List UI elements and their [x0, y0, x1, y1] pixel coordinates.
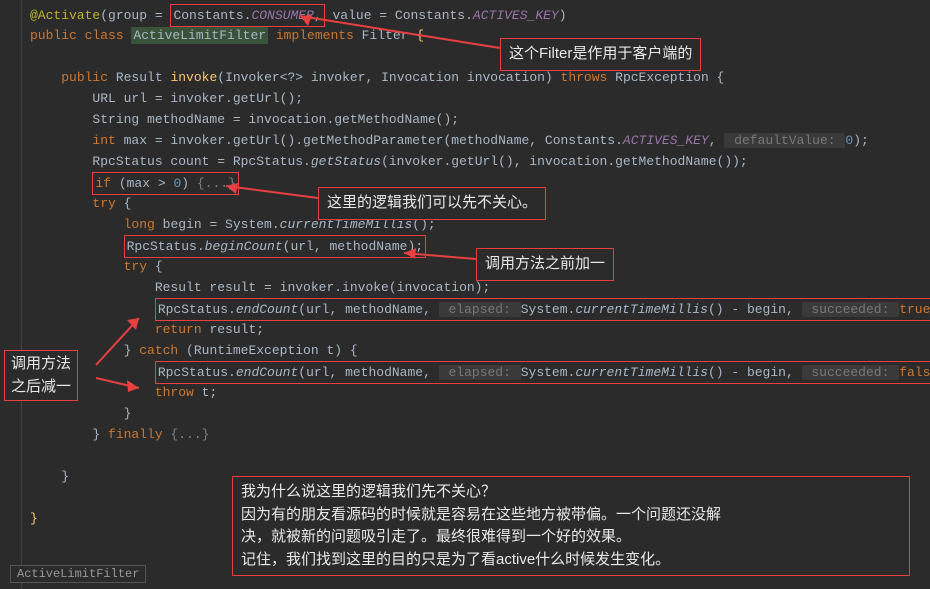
box-consumer: Constants.CONSUMER,: [170, 4, 324, 27]
box-begincount: RpcStatus.beginCount(url, methodName);: [124, 235, 426, 258]
code-line: URL url = invoker.getUrl();: [30, 88, 930, 109]
callout-explanation: 我为什么说这里的逻辑我们先不关心？ 因为有的朋友看源码的时候就是容易在这些地方被…: [232, 476, 910, 576]
code-line: RpcStatus.endCount(url, methodName, elap…: [30, 298, 930, 319]
code-line: } catch (RuntimeException t) {: [30, 340, 930, 361]
code-line: } finally {...}: [30, 424, 930, 445]
code-line: return result;: [30, 319, 930, 340]
box-if-max: if (max > 0) {...}: [92, 172, 238, 195]
code-editor: @Activate(group = Constants.CONSUMER, va…: [0, 0, 930, 533]
code-line: }: [30, 403, 930, 424]
callout-client-filter: 这个Filter是作用于客户端的: [500, 38, 701, 71]
box-endcount-false: RpcStatus.endCount(url, methodName, elap…: [155, 361, 930, 384]
code-line: [30, 46, 930, 67]
code-line: String methodName = invocation.getMethod…: [30, 109, 930, 130]
breadcrumb-class[interactable]: ActiveLimitFilter: [10, 565, 146, 583]
class-name-highlight: ActiveLimitFilter: [131, 27, 268, 44]
code-line: [30, 445, 930, 466]
code-line: throw t;: [30, 382, 930, 403]
code-line: @Activate(group = Constants.CONSUMER, va…: [30, 4, 930, 25]
code-line: public class ActiveLimitFilter implement…: [30, 25, 930, 46]
code-line: public Result invoke(Invoker<?> invoker,…: [30, 67, 930, 88]
box-endcount-true: RpcStatus.endCount(url, methodName, elap…: [155, 298, 930, 321]
code-line: RpcStatus.endCount(url, methodName, elap…: [30, 361, 930, 382]
code-line: RpcStatus count = RpcStatus.getStatus(in…: [30, 151, 930, 172]
callout-skip-logic: 这里的逻辑我们可以先不关心。: [318, 187, 546, 220]
callout-minus-one: 调用方法 之后减一: [4, 350, 78, 401]
callout-plus-one: 调用方法之前加一: [476, 248, 614, 281]
code-line: int max = invoker.getUrl().getMethodPara…: [30, 130, 930, 151]
